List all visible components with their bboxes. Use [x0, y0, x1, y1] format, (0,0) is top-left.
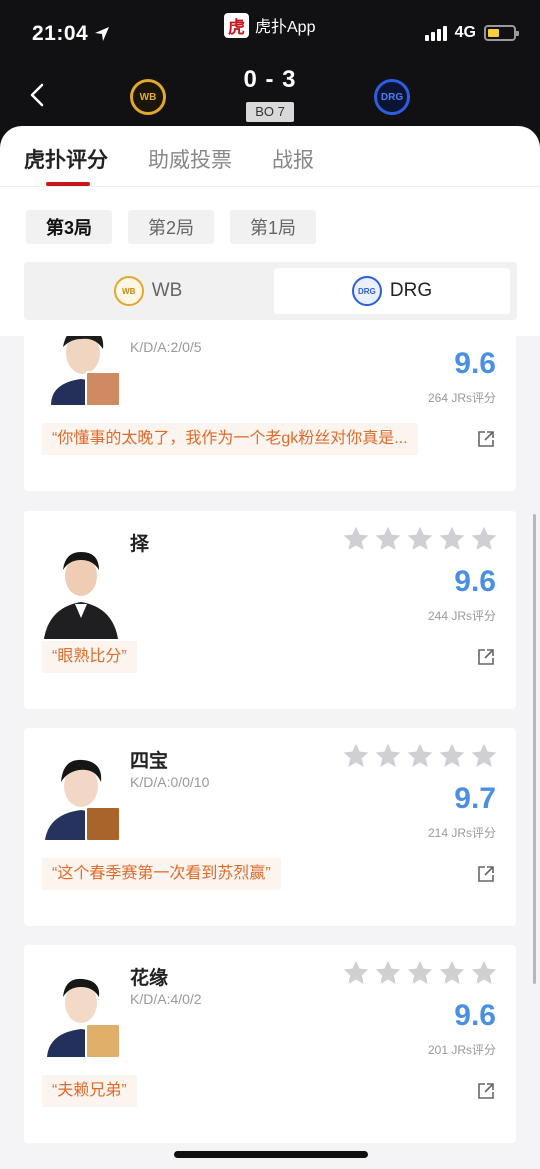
star-rating[interactable] [342, 525, 498, 553]
share-icon[interactable] [476, 429, 496, 449]
player-avatar [41, 538, 121, 639]
player-kda: K/D/A:0/0/10 [130, 774, 210, 790]
match-score: 0 - 3 [243, 66, 297, 93]
player-votes: 214 JRs评分 [427, 826, 496, 840]
signal-icon [424, 25, 447, 41]
star-rating[interactable] [342, 959, 498, 987]
player-list: K/D/A:2/0/5 9.6 264 JRs评分 “你懂事的太晚了，我作为一个… [0, 336, 540, 1169]
drg-logo-icon: DRG [351, 276, 382, 306]
player-name: 择 [130, 534, 150, 555]
status-time: 21:04 [32, 22, 89, 45]
match-format-badge: BO 7 [246, 102, 294, 122]
top-comment[interactable]: “眼熟比分” [42, 641, 137, 673]
hero-icon [85, 1023, 121, 1059]
player-name: 四宝 [130, 751, 169, 772]
location-arrow-icon [95, 27, 109, 41]
top-comment[interactable]: “你懂事的太晚了，我作为一个老gk粉丝对你真是... [42, 423, 418, 455]
player-card[interactable]: 四宝 K/D/A:0/0/10 9.7 214 JRs评分 “这个春季赛第一次看… [24, 728, 516, 926]
top-comment[interactable]: “这个春季赛第一次看到苏烈赢” [42, 858, 281, 890]
game-2-button[interactable]: 第2局 [128, 210, 214, 244]
tab-underline [46, 182, 90, 186]
scrollbar[interactable] [533, 514, 536, 984]
status-indicators: 4G [424, 24, 519, 42]
star-icon[interactable] [438, 525, 466, 553]
tab-hupu-rating[interactable]: 虎扑评分 [24, 144, 108, 174]
hero-icon [85, 806, 121, 842]
home-indicator[interactable] [174, 1151, 368, 1158]
star-icon[interactable] [342, 742, 370, 770]
player-score: 9.6 [454, 999, 496, 1032]
rating-panel: 虎扑评分 助威投票 战报 第3局 第2局 第1局 WB WB DRG DRG [0, 126, 540, 336]
game-selector: 第3局 第2局 第1局 [26, 210, 316, 244]
tab-match-report[interactable]: 战报 [272, 144, 314, 174]
star-icon[interactable] [342, 959, 370, 987]
player-votes: 201 JRs评分 [427, 1043, 496, 1057]
wb-logo-icon: WB [113, 276, 144, 306]
player-name: 花缘 [130, 968, 169, 989]
star-icon[interactable] [342, 525, 370, 553]
battery-icon [484, 25, 519, 41]
star-icon[interactable] [438, 742, 466, 770]
star-icon[interactable] [470, 525, 498, 553]
team-toggle-wb-label: WB [151, 280, 183, 301]
star-icon[interactable] [438, 959, 466, 987]
star-icon[interactable] [374, 742, 402, 770]
player-score: 9.7 [454, 782, 496, 815]
team-toggle-drg-label: DRG [389, 280, 433, 301]
share-icon[interactable] [476, 864, 496, 884]
team-toggle: WB WB DRG DRG [24, 262, 517, 320]
player-kda: K/D/A:4/0/2 [130, 991, 202, 1007]
star-icon[interactable] [470, 742, 498, 770]
game-3-button[interactable]: 第3局 [26, 210, 112, 244]
team-toggle-wb[interactable]: WB WB [30, 268, 266, 314]
player-kda: K/D/A:2/0/5 [130, 339, 202, 355]
share-icon[interactable] [476, 1081, 496, 1101]
app-badge[interactable]: 虎 虎扑App [224, 12, 315, 38]
player-score: 9.6 [454, 347, 496, 380]
player-card[interactable]: 花缘 K/D/A:4/0/2 9.6 201 JRs评分 “夫赖兄弟” [24, 945, 516, 1143]
share-icon[interactable] [476, 647, 496, 667]
star-icon[interactable] [406, 959, 434, 987]
hero-icon [85, 371, 121, 407]
player-votes: 244 JRs评分 [427, 609, 496, 623]
star-icon[interactable] [406, 525, 434, 553]
star-icon[interactable] [406, 742, 434, 770]
tab-bar: 虎扑评分 助威投票 战报 [0, 126, 540, 187]
team-toggle-drg[interactable]: DRG DRG [274, 268, 510, 314]
star-icon[interactable] [470, 959, 498, 987]
app-name: 虎扑App [255, 19, 316, 36]
star-rating[interactable] [342, 742, 498, 770]
star-icon[interactable] [374, 959, 402, 987]
player-card[interactable]: K/D/A:2/0/5 9.6 264 JRs评分 “你懂事的太晚了，我作为一个… [24, 336, 516, 491]
team-logo-drg[interactable]: DRG [374, 79, 410, 115]
player-score: 9.6 [454, 565, 496, 598]
player-votes: 264 JRs评分 [427, 391, 496, 405]
game-1-button[interactable]: 第1局 [230, 210, 316, 244]
tab-cheer-vote[interactable]: 助威投票 [148, 144, 232, 174]
top-comment[interactable]: “夫赖兄弟” [42, 1075, 137, 1107]
player-card[interactable]: 择 9.6 244 JRs评分 “眼熟比分” [24, 511, 516, 709]
hupu-logo-icon: 虎 [224, 12, 249, 38]
network-type: 4G [454, 24, 476, 41]
star-icon[interactable] [374, 525, 402, 553]
